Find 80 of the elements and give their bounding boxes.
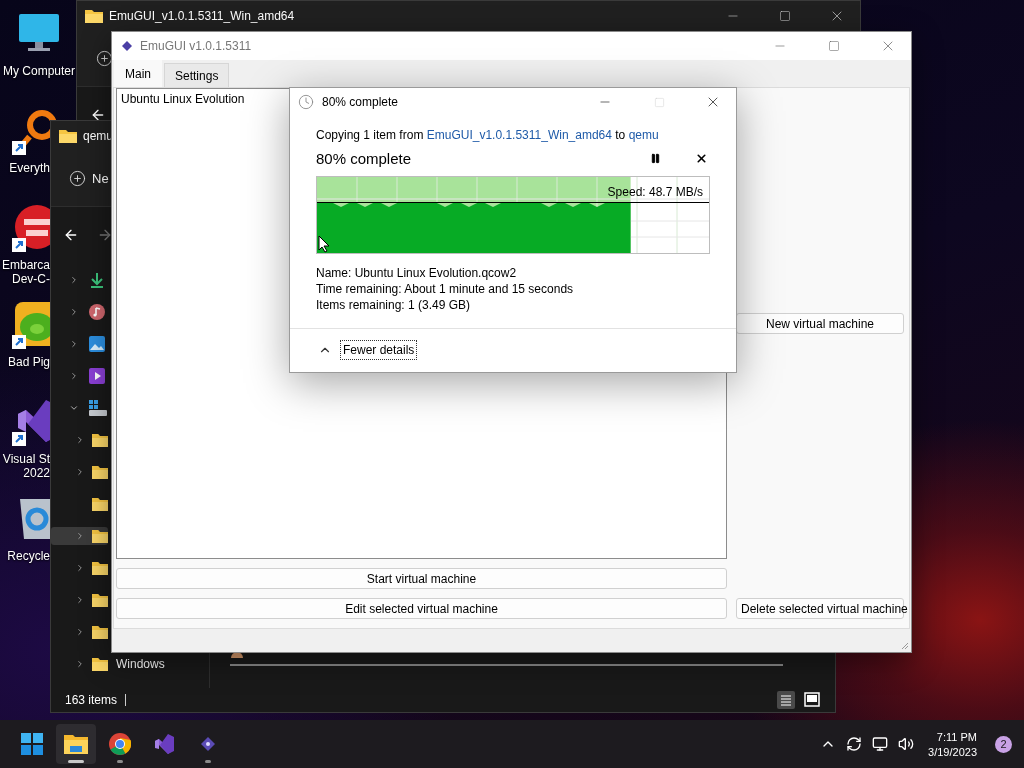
plus-icon [69,170,86,187]
folder-icon [92,433,108,447]
tiles-view-icon[interactable] [803,691,821,709]
chevron-right-icon[interactable] [69,338,79,350]
diamond-icon [122,41,132,51]
maximize-icon [828,40,840,52]
detail-line: Time remaining: About 1 minute and 15 seconds [316,282,575,296]
folder-icon [92,657,108,671]
video-icon [89,368,105,384]
tree-item[interactable] [51,527,108,545]
chevron-right-icon[interactable] [75,466,85,478]
folder-icon [92,529,108,543]
chevron-right-icon[interactable] [75,658,85,670]
clock-icon [298,94,314,110]
folder-icon [59,129,77,143]
source-link[interactable]: EmuGUI_v1.0.1.5311_Win_amd64 [426,128,612,142]
taskbar-button[interactable] [56,724,96,764]
chevron-right-icon[interactable] [75,434,85,446]
detail-line: Items remaining: 1 (3.49 GB) [316,298,472,312]
chevron-right-icon[interactable] [69,306,79,318]
sync-icon[interactable] [846,736,863,752]
maximize-icon [779,10,791,22]
network-icon[interactable] [872,736,889,752]
ribbon-logo-icon [153,733,175,755]
drive-icon [89,400,107,416]
desktop-icon-label[interactable]: Embarca [1,258,50,272]
picture-icon [89,336,105,352]
tab[interactable]: Main [114,60,162,87]
folder-icon [92,465,108,479]
clock-date[interactable]: 3/19/2023 [928,745,977,758]
chevron-right-icon[interactable] [69,370,79,382]
music-icon [89,304,105,320]
notification-badge[interactable]: 2 [995,735,1012,753]
dialog-title: 80% complete [322,95,399,109]
speed-label: Speed: 48.7 MB/s [607,185,703,199]
tab[interactable]: Settings [164,63,230,87]
desktop-icon-label[interactable]: Recycle [7,549,50,563]
pause-icon [649,152,661,164]
copy-description: Copying 1 item from EmuGUI_v1.0.1.5311_Win_amd64 to qemu [316,128,660,142]
window-title: EmuGUI_v1.0.1.5311_Win_amd64 [109,9,295,23]
start-vm-button[interactable]: Start virtual machine [116,568,727,589]
edit-vm-button[interactable]: Edit selected virtual machine [116,598,727,619]
desktop-icon-label[interactable]: Visual St [2,452,50,466]
file-thumbnail-icon [231,652,243,658]
chevron-right-icon[interactable] [69,274,79,286]
detail-line: Name: Ubuntu Linux Evolution.qcow2 [316,266,518,280]
chevron-right-icon[interactable] [75,626,85,638]
chevron-right-icon[interactable] [75,530,85,542]
new-icon[interactable] [96,50,113,67]
resize-grip-icon[interactable] [901,642,909,650]
folder-icon [92,625,108,639]
folder-icon [92,497,108,511]
start-icon [21,733,43,755]
chevron-right-icon[interactable] [75,562,85,574]
close-icon [694,151,708,165]
clock-time[interactable]: 7:11 PM [936,730,977,743]
desktop-icon-label[interactable]: My Computer [3,64,75,78]
volume-icon[interactable] [898,736,915,752]
folder-icon [92,593,108,607]
folder-icon [64,734,88,754]
diamond-icon [201,737,215,751]
item-count: 163 items [65,693,118,707]
desktop-icon-label[interactable]: Everyth [9,161,50,175]
destination-link[interactable]: qemu [628,128,659,142]
tree-item[interactable]: Windows [51,655,165,673]
new-button[interactable]: Ne [69,170,109,187]
new-vm-button[interactable]: New virtual machine [736,313,904,334]
folder-icon [85,9,103,23]
folder-icon [92,561,108,575]
chevron-right-icon[interactable] [75,594,85,606]
maximize-icon [653,96,665,108]
desktop-icon-label[interactable]: 2022 [23,466,50,480]
desktop-icon-label[interactable]: Dev-C- [12,272,50,286]
progress-heading: 80% complete [316,149,412,167]
window-title: EmuGUI v1.0.1.5311 [140,39,252,53]
download-icon [89,272,105,288]
details-toggle[interactable]: Fewer details [340,340,418,360]
browser-icon [109,733,131,755]
details-view-icon[interactable] [777,691,795,709]
desktop-icon-label[interactable]: Bad Pig [7,355,50,369]
